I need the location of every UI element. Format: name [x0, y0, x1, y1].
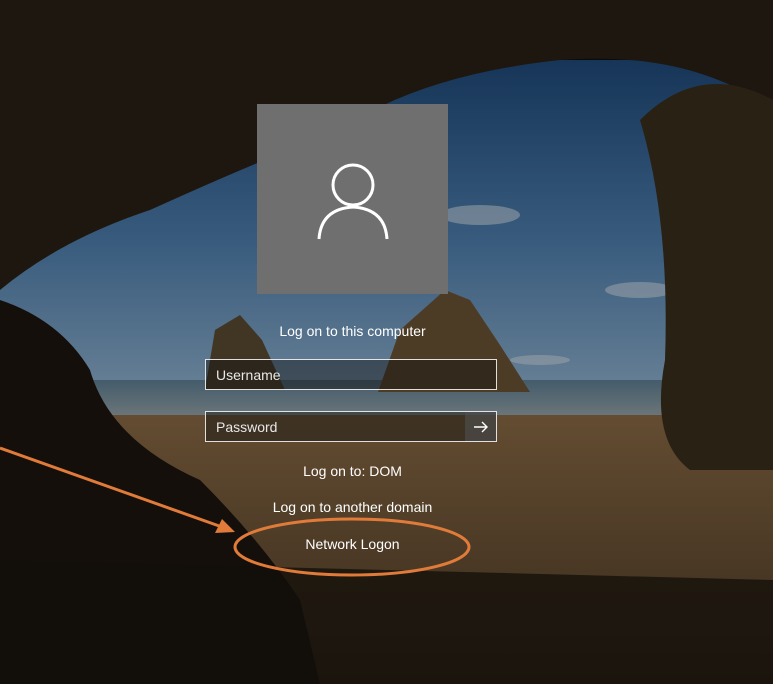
username-input[interactable] [206, 360, 496, 389]
login-title: Log on to this computer [279, 323, 426, 339]
submit-button[interactable] [465, 412, 496, 441]
another-domain-link[interactable]: Log on to another domain [150, 499, 555, 515]
network-logon-link[interactable]: Network Logon [150, 536, 555, 552]
username-field-wrapper [205, 359, 497, 390]
arrow-right-icon [473, 421, 488, 432]
user-avatar-icon [317, 163, 388, 240]
user-avatar [257, 104, 448, 294]
logon-to-domain-label: Log on to: DOM [303, 463, 402, 479]
background-wallpaper [0, 0, 773, 684]
password-input[interactable] [206, 412, 468, 441]
password-field-wrapper [205, 411, 497, 442]
